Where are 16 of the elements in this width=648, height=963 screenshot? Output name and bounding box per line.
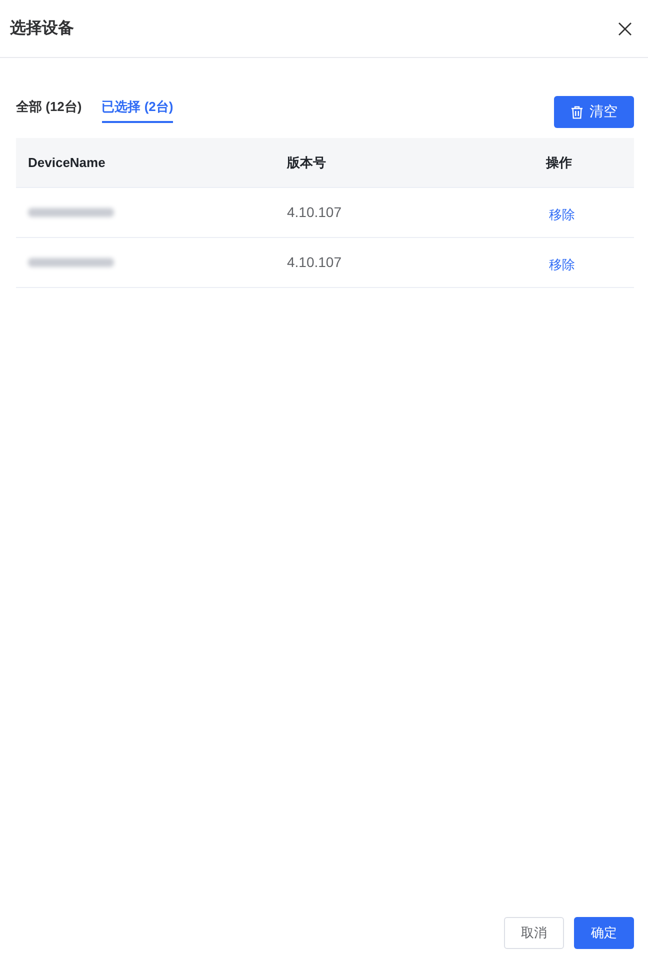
remove-link[interactable]: 移除 (546, 252, 578, 276)
column-header: 操作 (546, 154, 572, 170)
tab[interactable]: 全部 (12台) (16, 98, 82, 123)
column-header: DeviceName (28, 155, 106, 170)
remove-link[interactable]: 移除 (546, 202, 578, 226)
confirm-button[interactable]: 确定 (574, 917, 634, 949)
version-text: 4.10.107 (287, 254, 342, 270)
column-header: 版本号 (287, 154, 326, 170)
close-icon (618, 22, 632, 36)
version-text: 4.10.107 (287, 204, 342, 220)
close-button[interactable] (616, 20, 634, 38)
cancel-button[interactable]: 取消 (504, 917, 564, 949)
dialog-title: 选择设备 (10, 18, 74, 39)
tab[interactable]: 已选择 (2台) (102, 98, 174, 123)
trash-icon (570, 106, 582, 118)
clear-button[interactable]: 清空 (554, 96, 634, 128)
